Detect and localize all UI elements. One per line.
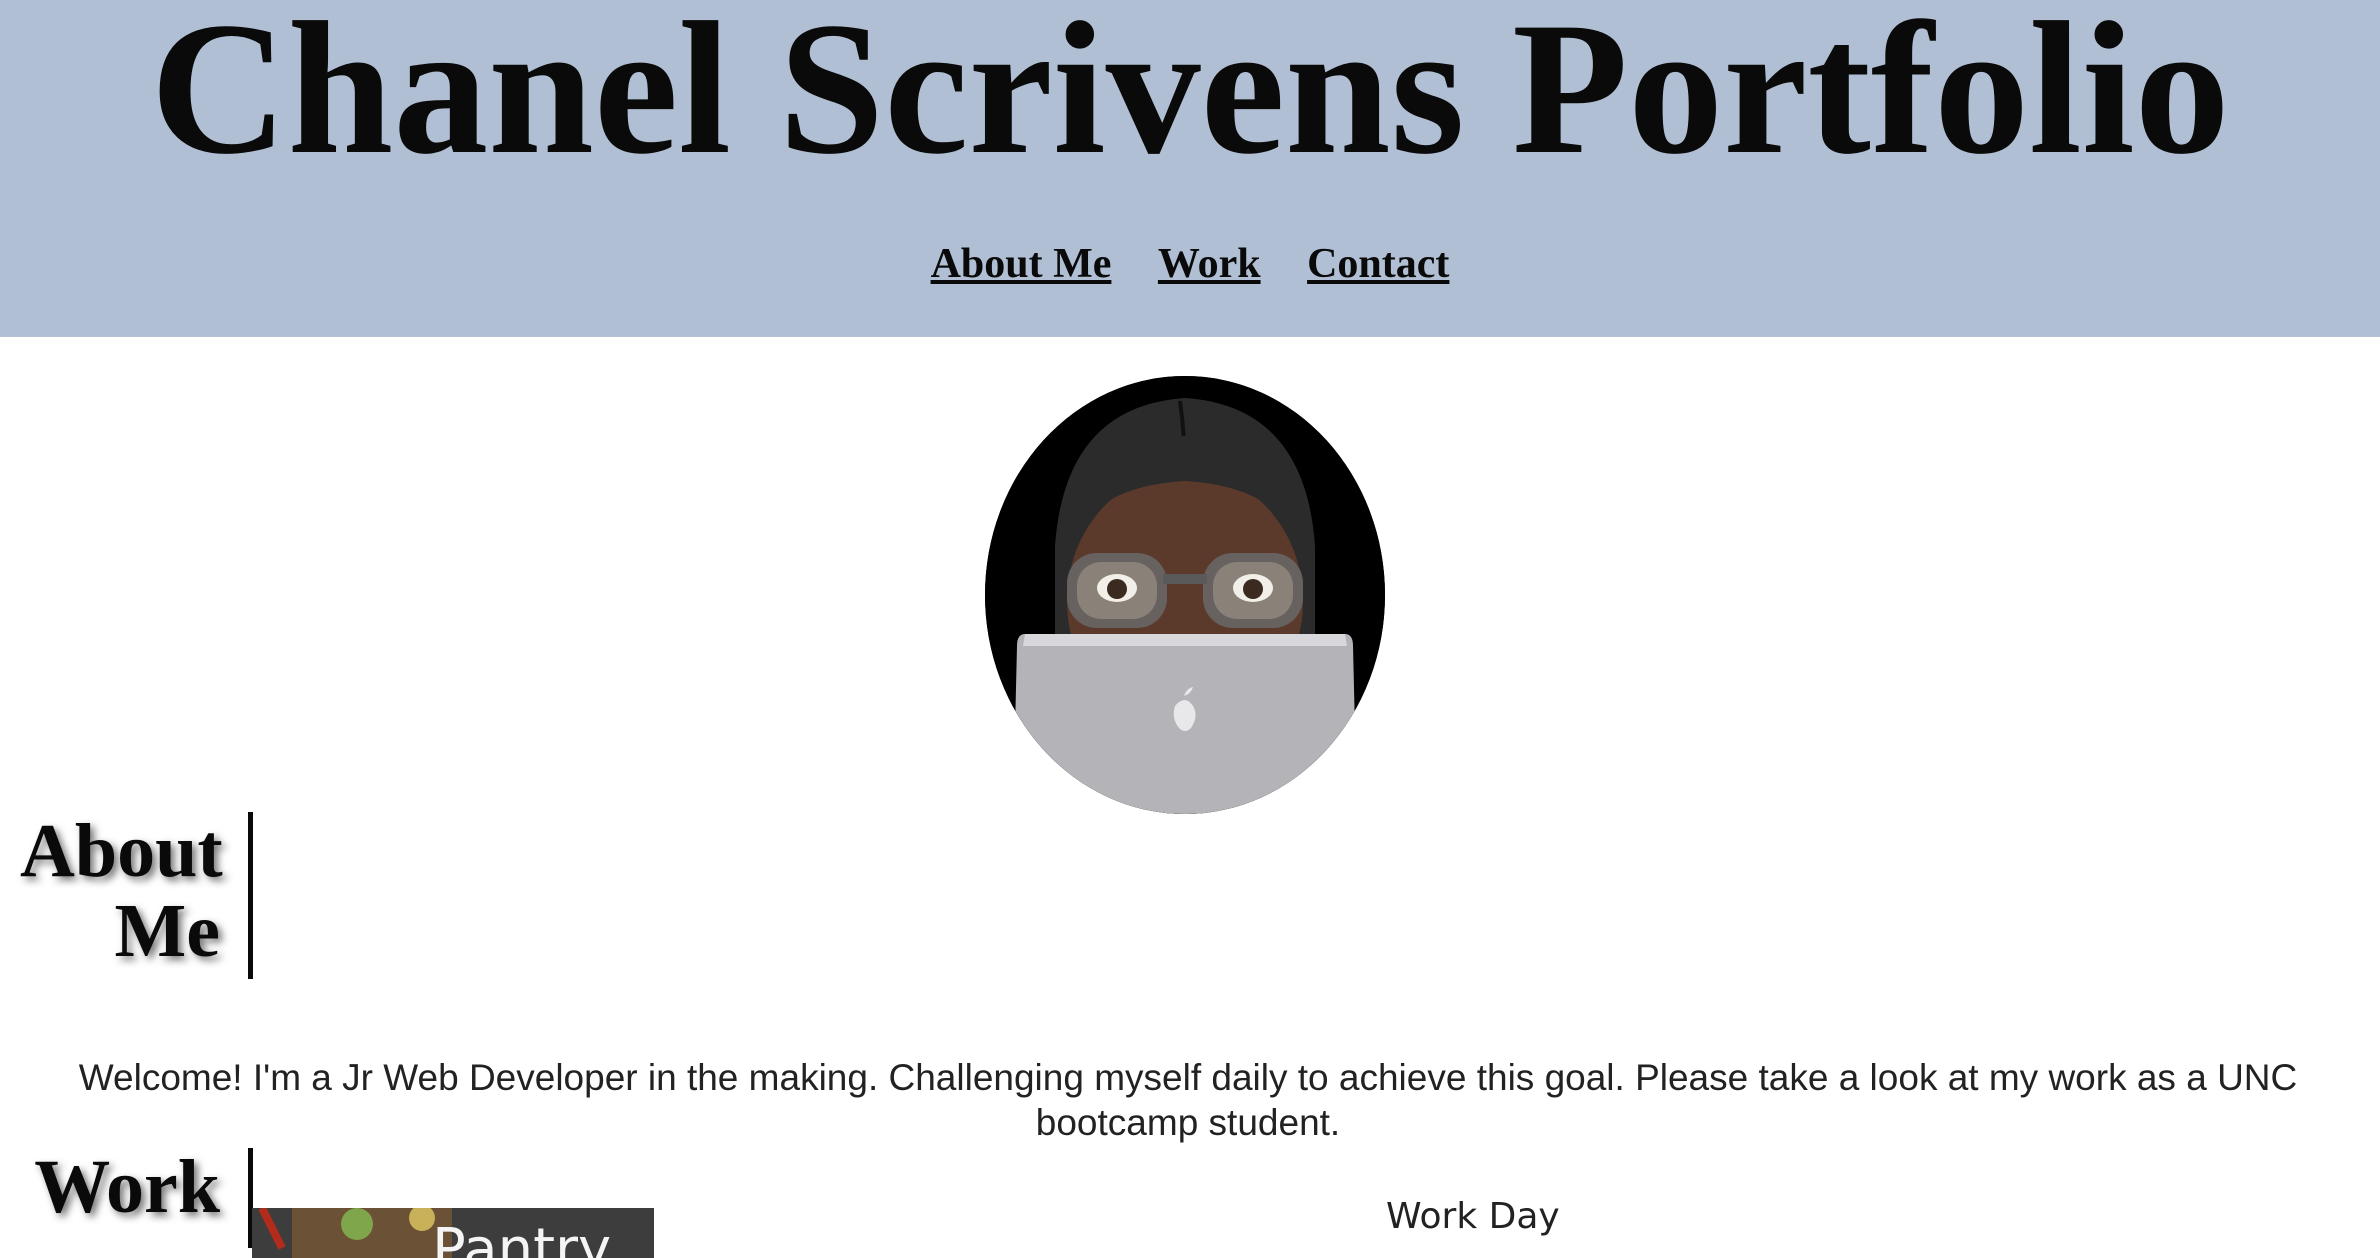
project-title-work-day[interactable]: Work Day [1386,1196,1560,1237]
project-thumbnail-pantry[interactable]: Pantry [252,1208,654,1258]
nav-link-work[interactable]: Work [1158,241,1261,287]
about-text-line1: Welcome! I'm a Jr Web Developer in the m… [78,1057,2298,1098]
work-heading: Work [34,1145,220,1229]
memoji-avatar-icon [985,376,1385,814]
project-thumbnail-label: Pantry [432,1217,612,1258]
about-text-line2: bootcamp student. [1035,1102,1341,1143]
site-header: Chanel Scrivens Portfolio About Me Work … [0,0,2380,337]
about-heading: About Me [20,809,223,973]
nav-link-about-me[interactable]: About Me [931,241,1112,287]
nav-link-contact[interactable]: Contact [1307,241,1449,287]
main-nav: About Me Work Contact [0,240,2380,288]
page-title: Chanel Scrivens Portfolio [150,0,2230,194]
about-divider [248,812,253,979]
about-text: Welcome! I'm a Jr Web Developer in the m… [0,1055,2380,1145]
